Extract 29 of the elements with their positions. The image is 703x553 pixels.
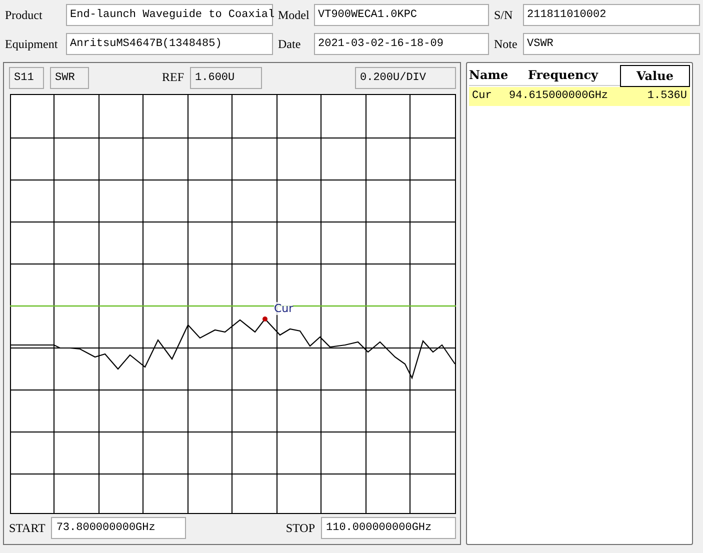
stop-field[interactable]: 110.000000000GHz (321, 517, 456, 540)
field-label: Date (277, 36, 302, 52)
parameter-field[interactable]: S11 (9, 66, 44, 89)
table-cell-text: Cur (471, 89, 493, 104)
start-label: START (9, 520, 46, 536)
table-cell-text: 94.615000000GHz (508, 89, 610, 104)
field-label: Product (4, 8, 44, 22)
format-field[interactable]: SWR (50, 66, 89, 89)
stop-label: STOP (286, 520, 315, 536)
field-label: S/N (493, 8, 514, 22)
ref-label: REF (162, 70, 184, 86)
scale-field[interactable]: 0.200U/DIV (355, 66, 456, 89)
column-header[interactable]: Value (620, 65, 690, 87)
column-header[interactable]: Name (469, 65, 506, 86)
marker-row[interactable]: Cur 94.615000000GHz 1.536U (469, 87, 690, 106)
info-field[interactable]: 211811010002 (523, 4, 700, 26)
info-field[interactable]: End-launch Waveguide to Coaxial (66, 4, 273, 26)
info-field[interactable]: VSWR (523, 33, 700, 55)
ref-field[interactable]: 1.600U (190, 66, 262, 89)
table-cell-text: 1.536U (646, 89, 688, 104)
column-header[interactable]: Frequency (506, 65, 620, 86)
marker-label: Cur (274, 302, 294, 314)
info-field[interactable]: AnritsuMS4647B(1348485) (66, 33, 273, 55)
field-label: Model (277, 8, 310, 22)
field-label: Note (493, 36, 518, 52)
start-field[interactable]: 73.800000000GHz (51, 517, 186, 540)
info-field[interactable]: VT900WECA1.0KPC (314, 4, 489, 26)
field-label: Equipment (4, 36, 59, 52)
info-field[interactable]: 2021-03-02-16-18-09 (314, 33, 489, 55)
